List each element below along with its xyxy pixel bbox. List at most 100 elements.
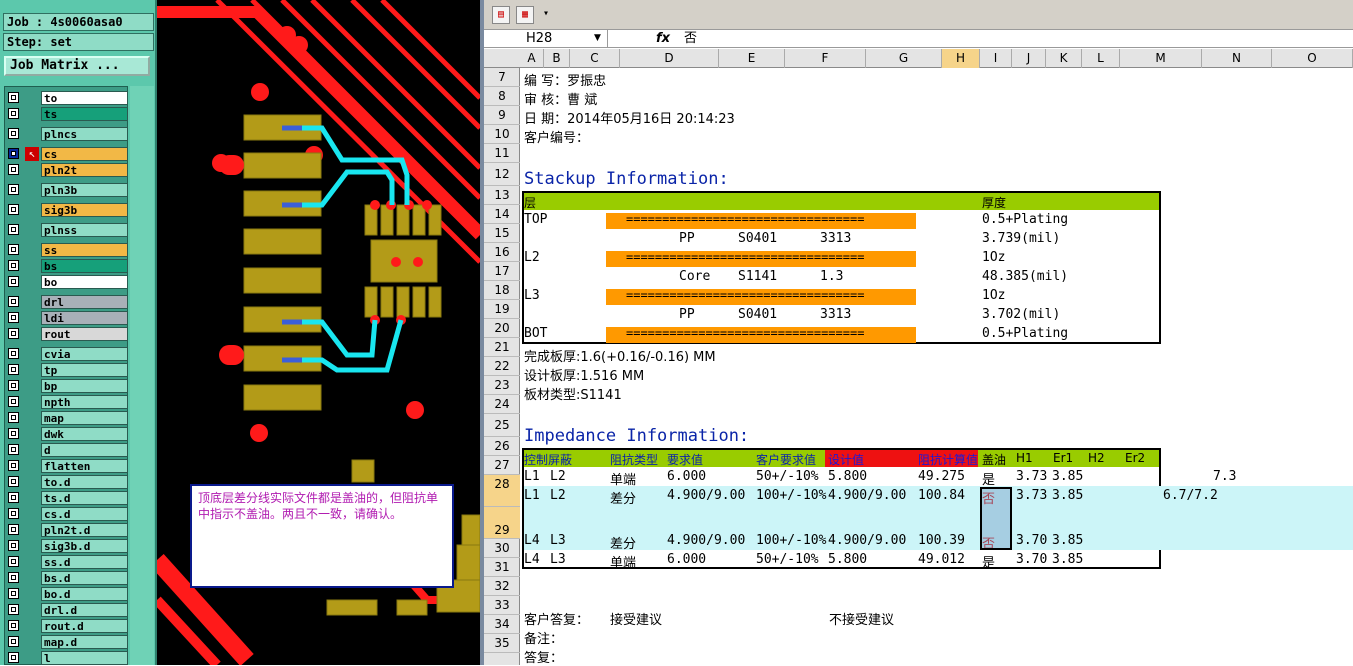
layer-row[interactable]: ss [5,242,129,258]
accept-option[interactable]: 接受建议 [610,609,662,628]
layer-checkbox[interactable] [8,476,19,487]
layer-row[interactable]: rout [5,326,129,342]
column-header[interactable]: L [1082,49,1120,68]
layer-checkbox[interactable] [8,224,19,235]
row-header[interactable]: 22 [484,357,520,376]
layer-checkbox[interactable] [8,588,19,599]
row-header[interactable]: 25 [484,414,520,437]
row-header[interactable]: 18 [484,281,520,300]
column-header[interactable]: N [1202,49,1272,68]
layer-checkbox[interactable] [8,540,19,551]
layer-name[interactable]: pln2t [41,163,128,177]
row-header[interactable]: 20 [484,319,520,338]
layer-name[interactable]: drl [41,295,128,309]
row-header[interactable]: 32 [484,577,520,596]
layer-name[interactable]: plncs [41,127,128,141]
layer-row[interactable]: npth [5,394,129,410]
row-header[interactable]: 14 [484,205,520,224]
row-header[interactable]: 30 [484,539,520,558]
row-header[interactable]: 13 [484,186,520,205]
layer-row[interactable]: pln2t [5,162,129,178]
row-header[interactable]: 34 [484,615,520,634]
column-header[interactable]: K [1046,49,1082,68]
layer-checkbox[interactable] [8,524,19,535]
layer-row[interactable]: bs.d [5,570,129,586]
layer-checkbox[interactable] [8,348,19,359]
layer-checkbox[interactable] [8,164,19,175]
layer-name[interactable]: ldi [41,311,128,325]
layer-row[interactable]: sig3b.d [5,538,129,554]
layer-checkbox[interactable] [8,652,19,663]
row-header[interactable]: 35 [484,634,520,653]
layer-checkbox[interactable] [8,380,19,391]
row-header[interactable]: 31 [484,558,520,577]
layer-name[interactable]: sig3b [41,203,128,217]
layer-name[interactable]: ts [41,107,128,121]
layer-checkbox[interactable] [8,244,19,255]
row-header[interactable]: 15 [484,224,520,243]
layer-row[interactable]: ldi [5,310,129,326]
row-header[interactable]: 17 [484,262,520,281]
column-header[interactable]: I [980,49,1012,68]
layer-row[interactable]: bs [5,258,129,274]
layer-name[interactable]: bs [41,259,128,273]
row-header[interactable]: 29 [484,507,520,539]
layer-checkbox[interactable] [8,364,19,375]
layer-checkbox[interactable] [8,260,19,271]
layer-name[interactable]: plnss [41,223,128,237]
layer-checkbox[interactable] [8,444,19,455]
layer-name[interactable]: bs.d [41,571,128,585]
layer-name[interactable]: drl.d [41,603,128,617]
layer-row[interactable]: l [5,650,129,666]
formula-input[interactable]: 否 [684,30,697,47]
toolbar-options-icon[interactable]: ▾ [540,6,552,24]
row-header[interactable]: 10 [484,125,520,144]
pdf-icon[interactable]: ▤ [492,6,510,24]
layer-row[interactable]: map.d [5,634,129,650]
layer-checkbox[interactable] [8,396,19,407]
layer-name[interactable]: pln2t.d [41,523,128,537]
reject-option[interactable]: 不接受建议 [829,609,894,628]
layer-checkbox[interactable] [8,328,19,339]
layer-checkbox[interactable] [8,312,19,323]
layer-row[interactable]: bo.d [5,586,129,602]
layer-row[interactable]: to [5,90,129,106]
layer-list-scrollbar[interactable] [130,86,154,665]
column-header[interactable]: M [1120,49,1202,68]
layer-checkbox[interactable] [8,184,19,195]
column-header[interactable]: D [620,49,719,68]
layer-checkbox[interactable] [8,204,19,215]
layer-checkbox[interactable] [8,492,19,503]
layer-checkbox[interactable] [8,148,19,159]
layer-name[interactable]: cs.d [41,507,128,521]
row-header[interactable]: 16 [484,243,520,262]
layer-name[interactable]: map.d [41,635,128,649]
layer-row[interactable]: to.d [5,474,129,490]
layer-row[interactable]: drl.d [5,602,129,618]
layer-checkbox[interactable] [8,92,19,103]
layer-checkbox[interactable] [8,128,19,139]
layer-name[interactable]: bp [41,379,128,393]
layer-row[interactable]: pln2t.d [5,522,129,538]
row-header[interactable]: 9 [484,106,520,125]
layer-row[interactable]: bp [5,378,129,394]
row-header[interactable]: 7 [484,68,520,87]
job-matrix-button[interactable]: Job Matrix ... [4,56,150,76]
layer-name[interactable]: cvia [41,347,128,361]
column-header[interactable]: B [544,49,570,68]
layer-row[interactable]: plnss [5,222,129,238]
column-header[interactable]: F [785,49,866,68]
layer-name[interactable]: map [41,411,128,425]
layer-row[interactable]: map [5,410,129,426]
name-box[interactable]: H28 [484,30,608,47]
layer-row[interactable]: bo [5,274,129,290]
layer-checkbox[interactable] [8,276,19,287]
layer-row[interactable]: d [5,442,129,458]
column-header[interactable]: C [570,49,620,68]
row-header[interactable]: 26 [484,437,520,456]
row-header[interactable]: 11 [484,144,520,163]
layer-checkbox[interactable] [8,572,19,583]
layer-checkbox[interactable] [8,556,19,567]
layer-row[interactable]: tp [5,362,129,378]
layer-row[interactable]: rout.d [5,618,129,634]
